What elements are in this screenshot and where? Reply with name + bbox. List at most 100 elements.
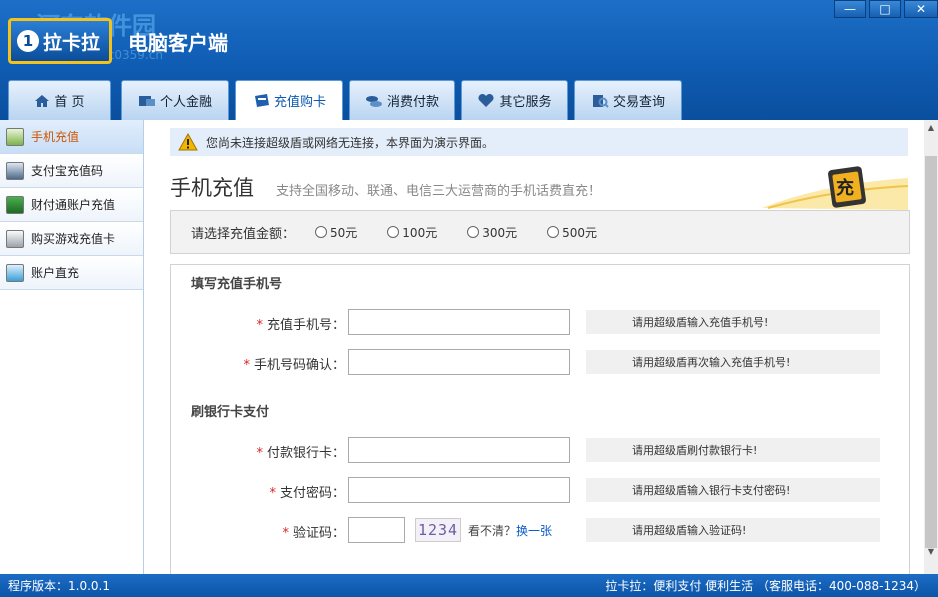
sidebar-item-label: 财付通账户充值: [31, 198, 116, 212]
version-text: 程序版本：1.0.0.1: [8, 579, 110, 593]
scroll-down-icon[interactable]: ▼: [924, 544, 938, 558]
section-title-phone: 填写充值手机号: [191, 277, 283, 292]
form-row-bank-card: * 付款银行卡： 请用超级盾刷付款银行卡!: [171, 437, 911, 463]
logo-text: 拉卡拉: [43, 31, 101, 54]
radio-button[interactable]: [315, 226, 328, 238]
required-mark: *: [282, 526, 289, 541]
phone-confirm-label-text: 手机号码确认：: [253, 358, 345, 373]
minimize-button[interactable]: —: [834, 0, 866, 18]
sidebar: 手机充值 支付宝充值码 财付通账户充值 购买游戏充值卡 账户直充: [0, 120, 144, 574]
service-info: 拉卡拉：便利支付 便利生活 （客服电话：400-088-1234）: [605, 579, 926, 593]
bank-card-input[interactable]: [348, 437, 570, 463]
banner-char: 充: [836, 178, 854, 199]
vertical-scrollbar[interactable]: ▲ ▼: [924, 120, 938, 574]
finance-icon: [138, 95, 155, 106]
phone-confirm-label: * 手机号码确认：: [243, 354, 345, 373]
tab-label: 交易查询: [612, 95, 665, 110]
required-mark: *: [243, 358, 250, 373]
sidebar-item-label: 账户直充: [31, 266, 80, 280]
sidebar-item-alipay[interactable]: 支付宝充值码: [0, 154, 143, 188]
sidebar-item-label: 支付宝充值码: [31, 164, 104, 178]
amount-option-label: 100元: [402, 225, 438, 240]
logo-number: 1: [17, 30, 39, 52]
amount-option-label: 50元: [330, 225, 358, 240]
amount-option-500[interactable]: 500元: [547, 224, 597, 241]
amount-option-300[interactable]: 300元: [467, 224, 517, 241]
form-row-pay-password: * 支付密码： 请用超级盾输入银行卡支付密码!: [171, 477, 911, 503]
tab-other-services[interactable]: 其它服务: [461, 80, 568, 120]
alipay-icon: [6, 161, 24, 180]
tab-label: 消费付款: [386, 95, 439, 110]
scroll-up-icon[interactable]: ▲: [924, 120, 938, 134]
page-title: 手机充值: [170, 176, 254, 200]
amount-option-100[interactable]: 100元: [387, 224, 437, 241]
app-title: 电脑客户端: [128, 31, 228, 55]
phone-confirm-input[interactable]: [348, 349, 570, 375]
tab-label: 首 页: [54, 95, 85, 110]
section-title-card: 刷银行卡支付: [191, 405, 270, 420]
radio-button[interactable]: [467, 226, 480, 238]
sidebar-item-phone-recharge[interactable]: 手机充值: [0, 120, 143, 154]
maximize-button[interactable]: □: [869, 0, 901, 18]
phone-input[interactable]: [348, 309, 570, 335]
tab-label: 充值购卡: [273, 95, 326, 110]
radio-button[interactable]: [387, 226, 400, 238]
app-window: 河东软件园 www.pc0359.cn 1 拉卡拉 电脑客户端 — □ ✕ 首 …: [0, 0, 938, 597]
phone-label-text: 充值手机号：: [266, 318, 345, 333]
coins-icon: [365, 95, 382, 107]
status-bar: 程序版本：1.0.0.1 拉卡拉：便利支付 便利生活 （客服电话：400-088…: [0, 574, 938, 597]
tab-finance[interactable]: 个人金融: [121, 80, 229, 120]
heart-icon: [478, 93, 495, 107]
captcha-hint: 请用超级盾输入验证码!: [586, 518, 880, 542]
phone-label: * 充值手机号：: [256, 314, 345, 333]
phone-hint: 请用超级盾输入充值手机号!: [586, 310, 880, 334]
warning-icon: [178, 133, 198, 151]
pay-password-input[interactable]: [348, 477, 570, 503]
required-mark: *: [256, 446, 263, 461]
lakala-logo: 1 拉卡拉: [8, 18, 112, 64]
page-subtitle: 支持全国移动、联通、电信三大运营商的手机话费直充！: [276, 184, 602, 199]
bank-card-label-text: 付款银行卡：: [266, 446, 345, 461]
pay-password-hint: 请用超级盾输入银行卡支付密码!: [586, 478, 880, 502]
amount-option-label: 300元: [482, 225, 518, 240]
refresh-captcha-link[interactable]: 换一张: [516, 524, 552, 538]
sidebar-item-game-card[interactable]: 购买游戏充值卡: [0, 222, 143, 256]
captcha-image[interactable]: 1234: [415, 518, 461, 542]
tab-payment[interactable]: 消费付款: [349, 80, 455, 120]
amount-label: 请选择充值金额：: [191, 226, 296, 242]
captcha-label: * 验证码：: [282, 522, 345, 541]
radio-button[interactable]: [547, 226, 560, 238]
header: 河东软件园 www.pc0359.cn 1 拉卡拉 电脑客户端 — □ ✕ 首 …: [0, 0, 938, 120]
cant-see-text: 看不清？: [468, 524, 517, 538]
bank-card-hint: 请用超级盾刷付款银行卡!: [586, 438, 880, 462]
tab-transaction-query[interactable]: 交易查询: [574, 80, 682, 120]
close-button[interactable]: ✕: [904, 0, 938, 18]
required-mark: *: [256, 318, 263, 333]
required-mark: *: [269, 486, 276, 501]
amount-selector: 请选择充值金额： 50元 100元 300元 500元: [170, 210, 910, 254]
pay-password-label-text: 支付密码：: [279, 486, 345, 501]
recharge-form: 填写充值手机号 * 充值手机号： 请用超级盾输入充值手机号! * 手机号码确认： 请…: [170, 264, 910, 574]
tab-home[interactable]: 首 页: [8, 80, 111, 120]
pay-password-label: * 支付密码：: [269, 482, 345, 501]
card-icon: [254, 93, 269, 107]
amount-option-50[interactable]: 50元: [315, 224, 357, 241]
form-row-phone: * 充值手机号： 请用超级盾输入充值手机号!: [171, 309, 911, 335]
account-icon: [6, 263, 24, 282]
sidebar-item-tenpay[interactable]: 财付通账户充值: [0, 188, 143, 222]
amount-option-label: 500元: [562, 225, 598, 240]
sidebar-item-account-direct[interactable]: 账户直充: [0, 256, 143, 290]
warning-text: 您尚未连接超级盾或网络无连接，本界面为演示界面。: [206, 135, 495, 150]
phone-confirm-hint: 请用超级盾再次输入充值手机号!: [586, 350, 880, 374]
tab-label: 其它服务: [499, 95, 552, 110]
banner-swoosh: [762, 166, 908, 210]
tab-recharge[interactable]: 充值购卡: [235, 80, 343, 120]
form-row-phone-confirm: * 手机号码确认： 请用超级盾再次输入充值手机号!: [171, 349, 911, 375]
bank-card-label: * 付款银行卡：: [256, 442, 345, 461]
query-icon: [592, 94, 609, 108]
scroll-thumb[interactable]: [925, 156, 937, 548]
game-card-icon: [6, 229, 24, 248]
tab-label: 个人金融: [159, 95, 212, 110]
sidebar-item-label: 购买游戏充值卡: [31, 232, 116, 246]
captcha-input[interactable]: [348, 517, 405, 543]
